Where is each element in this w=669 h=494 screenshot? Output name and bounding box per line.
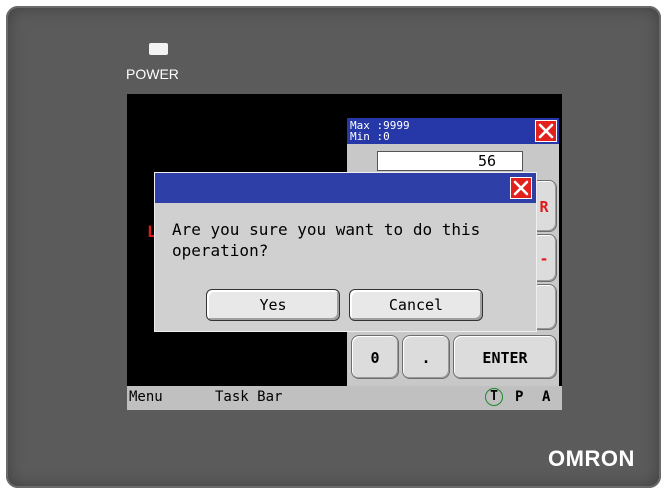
keypad-key-dot[interactable]: . <box>402 335 450 379</box>
taskbar-p-indicator[interactable]: P <box>515 389 523 405</box>
close-icon <box>513 180 529 196</box>
dialog-message: Are you sure you want to do this operati… <box>172 220 481 260</box>
close-icon <box>538 123 554 139</box>
dialog-title-bar <box>155 173 536 203</box>
confirm-dialog: Are you sure you want to do this operati… <box>154 172 537 332</box>
brand-logo: OMRON <box>548 446 635 471</box>
keypad-key-0[interactable]: 0 <box>351 335 399 379</box>
keypad-enter-button[interactable]: ENTER <box>453 335 557 379</box>
dialog-close-button[interactable] <box>510 177 532 199</box>
taskbar-t-indicator[interactable]: T <box>485 388 503 406</box>
menu-button[interactable]: Menu <box>129 389 163 405</box>
power-label: POWER <box>126 66 179 82</box>
yes-button[interactable]: Yes <box>206 289 340 321</box>
taskbar-label[interactable]: Task Bar <box>215 389 282 405</box>
keypad-value-display: 56 <box>377 151 523 171</box>
keypad-min-label: Min :0 <box>350 130 390 143</box>
keypad-close-button[interactable] <box>535 120 557 142</box>
keypad-title-bar: Max :9999 Min :0 <box>347 118 559 144</box>
cancel-button[interactable]: Cancel <box>349 289 483 321</box>
touch-screen: L Max :9999 Min :0 56 R - 0 . ENTER Are … <box>127 94 562 410</box>
taskbar-a-indicator[interactable]: A <box>542 389 550 405</box>
power-led <box>149 43 168 55</box>
task-bar: Menu Task Bar T P A <box>127 386 562 410</box>
